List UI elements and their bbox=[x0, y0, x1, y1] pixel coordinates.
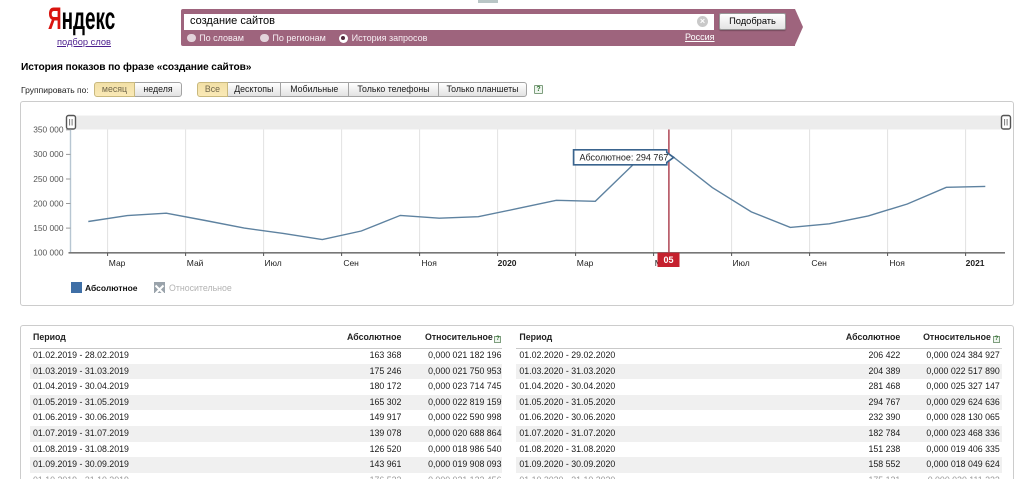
svg-text:05: 05 bbox=[663, 255, 673, 265]
svg-text:2021: 2021 bbox=[966, 258, 985, 268]
svg-text:Абсолютное: 294 767: Абсолютное: 294 767 bbox=[580, 153, 669, 163]
svg-text:Июл: Июл bbox=[732, 258, 749, 268]
svg-text:Июл: Июл bbox=[264, 258, 281, 268]
svg-text:2020: 2020 bbox=[498, 258, 517, 268]
svg-text:Май: Май bbox=[187, 258, 204, 268]
svg-text:300 000: 300 000 bbox=[33, 149, 64, 159]
svg-text:Сен: Сен bbox=[811, 258, 827, 268]
svg-text:200 000: 200 000 bbox=[33, 198, 64, 208]
svg-text:Ноя: Ноя bbox=[889, 258, 905, 268]
svg-text:350 000: 350 000 bbox=[33, 125, 64, 135]
svg-text:100 000: 100 000 bbox=[33, 247, 64, 257]
svg-text:Сен: Сен bbox=[343, 258, 359, 268]
svg-text:Ноя: Ноя bbox=[421, 258, 437, 268]
svg-text:Мар: Мар bbox=[109, 258, 126, 268]
svg-text:250 000: 250 000 bbox=[33, 174, 64, 184]
svg-text:Мар: Мар bbox=[577, 258, 594, 268]
svg-text:150 000: 150 000 bbox=[33, 223, 64, 233]
